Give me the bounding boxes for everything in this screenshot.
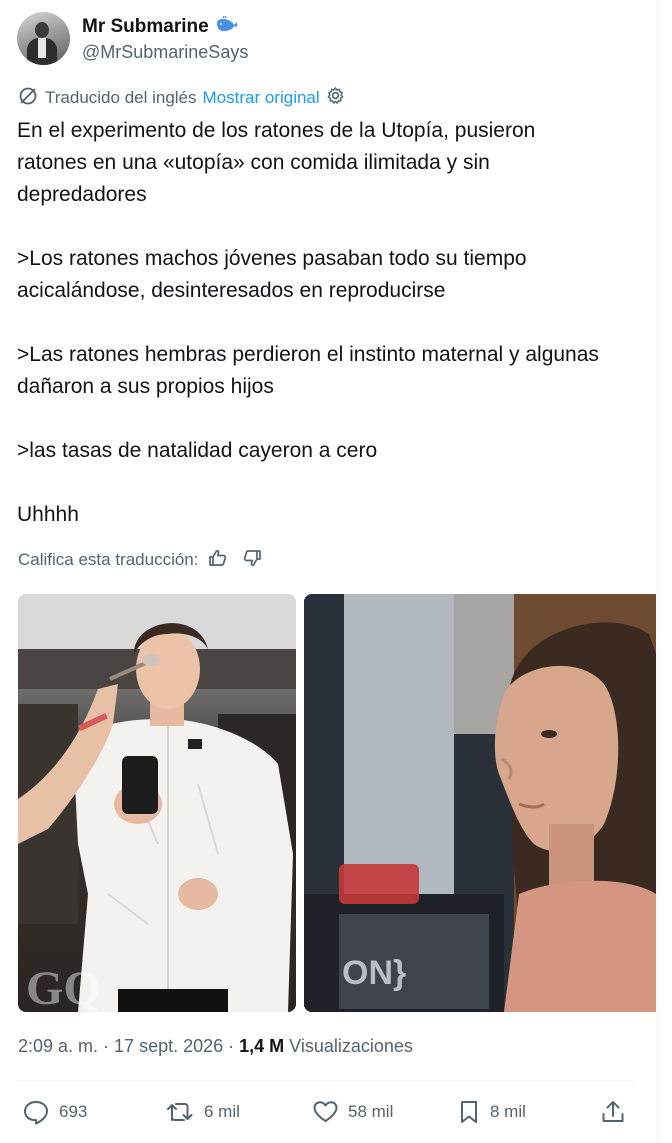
thumbs-up-icon[interactable] <box>208 548 228 573</box>
rate-translation: Califica esta traducción: <box>18 548 262 572</box>
views-count: 1,4 M <box>239 1035 285 1056</box>
share-button[interactable] <box>600 1099 626 1125</box>
gear-icon[interactable] <box>326 86 345 110</box>
translate-globe-icon <box>18 86 38 111</box>
avatar[interactable] <box>17 12 70 65</box>
tweet-paragraph: >Los ratones machos jóvenes pasaban todo… <box>17 247 527 302</box>
reply-button[interactable]: 693 <box>22 1099 87 1125</box>
tweet-paragraph: >las tasas de natalidad cayeron a cero <box>17 439 378 462</box>
like-button[interactable]: 58 mil <box>312 1099 393 1125</box>
tweet-time[interactable]: 2:09 a. m. <box>18 1036 98 1057</box>
share-icon <box>600 1099 626 1125</box>
repost-button[interactable]: 6 mil <box>165 1099 240 1125</box>
photo-model-makeup[interactable]: GQ <box>18 594 296 1012</box>
translation-bar: Traducido del inglés Mostrar original <box>18 87 345 109</box>
repost-icon <box>165 1099 195 1125</box>
display-name-row: Mr Submarine <box>82 15 248 39</box>
photo-woman-courtroom[interactable]: ON} <box>304 594 656 1012</box>
tweet-paragraph: En el experimento de los ratones de la U… <box>17 119 536 206</box>
repost-count: 6 mil <box>204 1102 240 1121</box>
translation-label: Traducido del inglés <box>45 88 197 107</box>
user-block: Mr Submarine @MrSubmarineSays <box>82 15 248 63</box>
tweet-paragraph: >Las ratones hembras perdieron el instin… <box>17 343 599 398</box>
bookmark-icon <box>457 1099 481 1125</box>
bookmark-button[interactable]: 8 mil <box>457 1099 526 1125</box>
views-label: Visualizaciones <box>289 1035 413 1056</box>
rate-translation-label: Califica esta traducción: <box>18 550 199 569</box>
reply-count: 693 <box>59 1102 88 1121</box>
tweet-actions: 693 6 mil 58 mil 8 mil <box>22 1097 634 1127</box>
whale-icon <box>209 15 239 37</box>
tweet-meta: 2:09 a. m. · 17 sept. 2026 · 1,4 M Visua… <box>18 1035 413 1057</box>
display-name[interactable]: Mr Submarine <box>82 16 209 38</box>
show-original-link[interactable]: Mostrar original <box>203 88 320 108</box>
sign-text: ON} <box>342 954 406 992</box>
reply-icon <box>22 1099 50 1125</box>
heart-icon <box>312 1099 339 1125</box>
tweet-date[interactable]: 17 sept. 2026 <box>114 1036 223 1057</box>
tweet-media: GQ ON} <box>18 594 656 1012</box>
tweet-header: Mr Submarine @MrSubmarineSays <box>17 12 248 65</box>
thumbs-down-icon[interactable] <box>242 548 262 573</box>
user-handle[interactable]: @MrSubmarineSays <box>82 42 248 63</box>
column-border <box>657 0 658 1143</box>
divider <box>18 1080 634 1081</box>
photo-watermark: GQ <box>26 962 101 1012</box>
tweet-paragraph: Uhhhh <box>17 503 79 526</box>
like-count: 58 mil <box>348 1102 394 1121</box>
bookmark-count: 8 mil <box>490 1102 526 1121</box>
tweet-text: En el experimento de los ratones de la U… <box>17 115 602 531</box>
